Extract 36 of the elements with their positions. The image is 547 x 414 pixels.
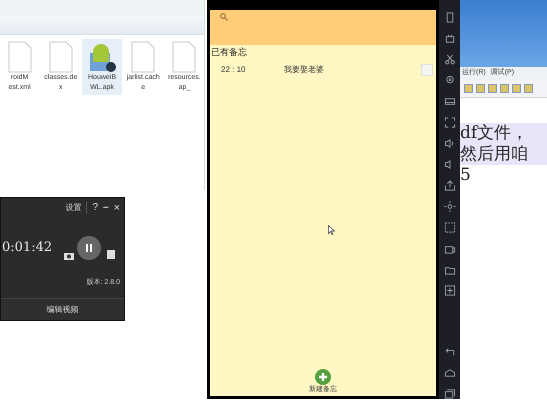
home-icon[interactable] [444, 366, 456, 378]
add-icon[interactable] [315, 368, 331, 384]
volume-up-icon[interactable] [444, 138, 456, 150]
brightness-icon[interactable] [444, 201, 456, 212]
memo-text: 我要娶老婆 [284, 64, 324, 76]
recents-icon[interactable] [444, 388, 456, 399]
settings-link[interactable]: 设置 [65, 202, 82, 214]
fullscreen-icon[interactable] [444, 117, 456, 128]
memo-row[interactable]: 22 : 10 我要娶老婆 [210, 60, 436, 80]
file-icon [171, 41, 198, 73]
file-icon [48, 41, 74, 73]
file-icon [130, 41, 156, 73]
screenshot-icon[interactable] [444, 222, 456, 234]
scissors-icon[interactable] [444, 54, 456, 66]
edit-video-button[interactable]: 编辑视频 [1, 298, 124, 320]
screen-icon[interactable] [444, 96, 456, 108]
folder-icon[interactable] [444, 264, 456, 276]
plus-icon[interactable] [444, 285, 456, 296]
android-package-icon [87, 41, 117, 73]
pause-button[interactable] [77, 236, 101, 260]
stop-button[interactable] [107, 250, 115, 258]
camera-icon[interactable] [64, 252, 74, 260]
help-button[interactable]: ? [92, 203, 98, 213]
editor-text-line: 5 [460, 165, 472, 186]
recording-time: 0:01:42 [2, 239, 54, 258]
file-icon [6, 41, 33, 73]
memo-thumbnail [421, 64, 433, 76]
memo-time: 22 : 10 [221, 64, 246, 76]
close-button[interactable]: × [114, 202, 120, 214]
back-icon[interactable] [444, 346, 456, 357]
minimize-button[interactable]: – [103, 203, 109, 213]
share-icon[interactable] [444, 180, 456, 192]
camera-icon[interactable] [444, 243, 456, 254]
mouse-cursor-icon [328, 224, 335, 234]
search-icon[interactable] [220, 13, 228, 21]
section-title: 已有备忘 [210, 46, 248, 59]
